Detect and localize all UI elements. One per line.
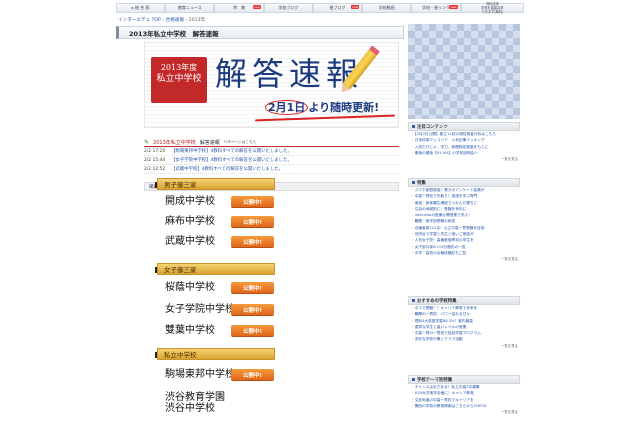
nav-item-brochure[interactable]: 資料請求 学校を直接請求 できます(無料) bbox=[460, 2, 525, 14]
nav-label: 学校ブログ bbox=[278, 5, 299, 10]
school-name: 雙葉中学校 bbox=[165, 325, 215, 336]
square-icon bbox=[412, 125, 415, 128]
school-name: 桜蔭中学校 bbox=[165, 282, 215, 293]
year-badge: 2013年度 私立中学校 bbox=[151, 57, 207, 103]
breadcrumb-home[interactable]: インターエデュ TOP bbox=[118, 18, 161, 23]
new-badge: new bbox=[350, 5, 360, 9]
sidebar-box-featured: 注目コンテンツ 【2月3日公開】都立11校の適性検査分析はこちら 日本科挙デェコ… bbox=[408, 122, 520, 162]
group-header-girls: 女子御三家 bbox=[155, 263, 275, 275]
top-nav: ▸ 総 合 版 教育ニュース 特 集 new 学校ブログ 塾ブログ new 学校動画… bbox=[116, 2, 525, 14]
nav-label: 教育ニュース bbox=[177, 5, 202, 10]
nav-item-school-video[interactable]: 学校動画 bbox=[362, 3, 412, 13]
published-button[interactable]: 公開中! bbox=[231, 282, 274, 293]
square-icon bbox=[412, 378, 415, 381]
answer-banner[interactable]: 2013年度 私立中学校 解答速報 2月1日 より随時更新! bbox=[144, 42, 399, 128]
sidebar-box-header: おすすめの学校特集 bbox=[408, 296, 520, 305]
school-name: 麻布中学校 bbox=[165, 216, 215, 227]
school-name: 開成中学校 bbox=[165, 196, 215, 207]
sidebar-box-title: 学校テーマ別特集 bbox=[417, 377, 453, 383]
sidebar-more-link[interactable]: 一覧を見る bbox=[408, 256, 520, 262]
news-time: 2/2 17:20 bbox=[144, 148, 166, 154]
school-name: 駒場東邦中学校 bbox=[165, 369, 235, 380]
sidebar-box-title: おすすめの学校特集 bbox=[417, 298, 457, 304]
nav-label: 学校・塾リンク bbox=[422, 5, 451, 10]
nav-item-general[interactable]: ▸ 総 合 版 bbox=[116, 3, 166, 13]
sidebar-box-title: 注目コンテンツ bbox=[417, 124, 448, 130]
nav-label: 特 集 bbox=[233, 5, 246, 10]
news-text[interactable]: 【駒場東邦中学校】4教科すべての解答を公開いたしました。 bbox=[171, 148, 292, 154]
square-icon bbox=[412, 181, 415, 184]
badge-year: 2013年度 bbox=[160, 63, 198, 72]
sidebar-more-link[interactable]: 一覧を見る bbox=[408, 409, 520, 415]
news-time: 2/2 15:44 bbox=[144, 157, 166, 163]
news-row[interactable]: 2/2 12:52 【武蔵中学校】4教科すべての解答を公開いたしました。 bbox=[144, 165, 399, 174]
published-button[interactable]: 公開中! bbox=[231, 369, 274, 380]
nav-item-links[interactable]: 学校・塾リンク new bbox=[411, 3, 461, 13]
breadcrumb-section[interactable]: 合格速報 bbox=[166, 18, 184, 23]
sidebar-box-header: 注目コンテンツ bbox=[408, 122, 520, 131]
school-name: 渋谷中学校 bbox=[165, 403, 215, 414]
news-text[interactable]: 【武蔵中学校】4教科すべての解答を公開いたしました。 bbox=[171, 166, 283, 172]
news-text[interactable]: 【女子学院中学校】4教科すべての解答を公開いたしました。 bbox=[171, 157, 292, 163]
sidebar-more-link[interactable]: 一覧を見る bbox=[408, 343, 520, 349]
group-header-private: 私立中学校 bbox=[155, 348, 275, 360]
badge-school: 私立中学校 bbox=[156, 74, 202, 84]
update-note: 2月1日 より随時更新! bbox=[265, 99, 379, 115]
main-content: 2013年私立中学校 解答速報 2013年度 私立中学校 解答速報 2月1日 より… bbox=[116, 26, 404, 414]
nav-label: 塾ブログ bbox=[329, 5, 346, 10]
breadcrumb-sep: › bbox=[162, 18, 165, 23]
published-button[interactable]: 公開中! bbox=[231, 196, 274, 207]
pen-icon: ✎ bbox=[144, 138, 150, 146]
nav-label: ▸ 総 合 版 bbox=[131, 5, 150, 10]
nav-item-school-blog[interactable]: 学校ブログ bbox=[263, 3, 313, 13]
news-header-title: 解答速報 bbox=[199, 139, 220, 146]
new-badge: new bbox=[449, 5, 458, 9]
news-panel: ✎ 2013年私立中学校 解答速報 TOPページはこちら 2/2 17:20 【駒… bbox=[144, 138, 399, 174]
nav-item-feature[interactable]: 特 集 new bbox=[214, 3, 264, 13]
school-name: 武蔵中学校 bbox=[165, 236, 215, 247]
nav-item-juku-blog[interactable]: 塾ブログ new bbox=[312, 3, 363, 13]
news-row[interactable]: 2/2 15:44 【女子学院中学校】4教科すべての解答を公開いたしました。 bbox=[144, 156, 399, 165]
nav-label: できます(無料) bbox=[481, 10, 504, 14]
news-top-link[interactable]: TOPページはこちら bbox=[224, 140, 256, 145]
news-header: ✎ 2013年私立中学校 解答速報 TOPページはこちら bbox=[144, 138, 399, 147]
sidebar-more-link[interactable]: 一覧を見る bbox=[408, 156, 520, 162]
news-row[interactable]: 2/2 17:20 【駒場東邦中学校】4教科すべての解答を公開いたしました。 bbox=[144, 147, 399, 156]
group-header-boys: 男子御三家 bbox=[155, 178, 275, 190]
sidebar-box-header: 特集 bbox=[408, 178, 520, 187]
update-text: より随時更新! bbox=[308, 101, 380, 114]
published-button[interactable]: 公開中! bbox=[231, 304, 274, 315]
new-badge: new bbox=[252, 5, 261, 9]
published-button[interactable]: 公開中! bbox=[231, 216, 274, 227]
sidebar-ad-image[interactable] bbox=[408, 24, 520, 119]
square-icon bbox=[412, 299, 415, 302]
published-button[interactable]: 公開中! bbox=[231, 236, 274, 247]
page-title: 2013年私立中学校 解答速報 bbox=[116, 26, 404, 39]
sidebar-box-recommended: おすすめの学校特集 中３で受験！？キャリア教育で未来を 難関の一貫校、パワー溢れ… bbox=[408, 296, 520, 349]
sidebar-box-themes: 学校テーマ別特集 チャンスはまだある！私立中高2次募集 H24大学進学合格に！キ… bbox=[408, 375, 520, 415]
sidebar-box-title: 特集 bbox=[417, 180, 426, 186]
news-header-red: 2013年私立中学校 bbox=[153, 139, 196, 146]
sidebar-box-special: 特集 スマホ家庭調査！驚きのアンケート結果が 中高一貫校で先取り！英語を学ぶ専門… bbox=[408, 178, 520, 262]
underline-stroke bbox=[255, 114, 395, 122]
breadcrumb-current: 2013年 bbox=[188, 18, 206, 23]
breadcrumb-sep: › bbox=[185, 18, 188, 23]
update-date: 2月1日 bbox=[265, 100, 309, 115]
published-button[interactable]: 公開中! bbox=[231, 325, 274, 336]
nav-item-news[interactable]: 教育ニュース bbox=[165, 3, 215, 13]
breadcrumb: インターエデュ TOP › 合格速報 › 2013年 bbox=[118, 17, 205, 23]
sidebar-box-header: 学校テーマ別特集 bbox=[408, 375, 520, 384]
news-time: 2/2 12:52 bbox=[144, 166, 166, 172]
nav-label: 学校動画 bbox=[378, 5, 395, 10]
school-name: 女子学院中学校 bbox=[165, 304, 235, 315]
